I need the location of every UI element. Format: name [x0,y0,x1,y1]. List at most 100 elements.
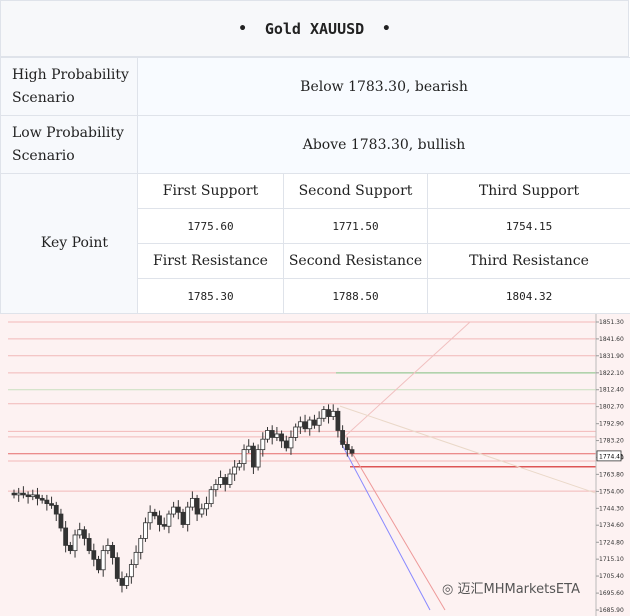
candle-body [241,449,247,464]
candle-body [67,545,73,552]
candle-body [236,463,242,468]
scenario-label: Low Probability Scenario [0,115,138,174]
candle-body [199,508,205,515]
candle-body [208,489,214,505]
candle-body [255,449,261,468]
y-tick-label: 1763.80 [599,471,624,478]
candle-body [114,557,120,579]
analysis-table: High Probability Scenario Below 1783.30,… [0,57,630,314]
candle-body [72,534,78,552]
support-header: Third Support [426,173,630,209]
y-tick-label: 1851.30 [599,319,624,326]
candle-body [251,445,256,468]
candle-body [180,511,186,525]
candle-body [16,492,22,496]
candle-body [288,437,294,449]
candle-body [194,497,200,515]
y-tick-label: 1841.60 [599,336,624,343]
candle-body [25,494,31,498]
candle-body [189,497,195,508]
candle-body [293,426,299,438]
candle-body [260,438,266,451]
candle-body [340,430,346,445]
resistance-header: Second Resistance [283,243,428,279]
candle-body [269,430,275,438]
price-chart: 1851.30 1841.60 1831.90 1822.10 1812.40 1802.… [0,314,630,616]
current-price-label: 1774.41 [599,453,624,460]
candle-body [53,504,59,515]
trend-line [339,405,597,494]
y-tick-label: 1831.90 [599,353,624,360]
candle-body [110,545,115,558]
page-title: • Gold XAUUSD • [0,0,629,57]
candle-body [335,410,341,431]
watermark: ◎ 迈汇MHMarketsETA [442,578,580,597]
watermark-text: 迈汇MHMarketsETA [457,582,580,597]
candle-body [147,511,153,524]
trend-line [339,321,471,442]
candle-body [283,440,289,449]
candle-body [77,529,83,536]
candle-body [218,477,223,485]
y-tick-label: 1754.00 [599,488,624,495]
candle-body [175,506,181,513]
candle-body [316,417,322,426]
support-header: First Support [137,173,284,209]
candle-body [344,444,350,451]
candle-body [82,529,87,539]
candle-body [96,558,101,571]
candle-body [143,522,148,539]
candle-body [138,538,144,553]
chart-svg: 1851.30 1841.60 1831.90 1822.10 1812.40 1802.… [8,314,624,616]
candle-body [20,492,26,496]
candle-body [204,503,209,510]
support-value: 1775.60 [137,208,284,244]
candle-body [246,445,252,451]
y-tick-label: 1792.90 [599,421,624,428]
table-row: Key Point First Support Second Support T… [0,173,630,314]
support-value: 1754.15 [426,208,630,244]
scenario-value: Below 1783.30, bearish [136,57,630,116]
candle-body [39,497,45,501]
candle-body [91,550,97,560]
candle-body [152,511,158,517]
candle-body [58,513,64,529]
y-tick-label: 1783.20 [599,438,624,445]
candle-body [35,494,40,499]
resistance-value: 1804.32 [426,278,630,314]
candle-body [30,494,36,498]
title-bullet-left: • [238,20,247,37]
candle-body [133,551,139,565]
candle-body [349,449,355,454]
scenario-label: High Probability Scenario [0,57,138,116]
candle-body [105,545,111,552]
title-bullet-right: • [382,20,391,37]
candle-body [227,473,233,485]
table-row: Low Probability Scenario Above 1783.30, … [0,115,630,174]
y-tick-label: 1715.10 [599,556,624,563]
support-value: 1771.50 [283,208,428,244]
candle-body [166,513,172,527]
candle-body [124,576,130,586]
resistance-header: Third Resistance [426,243,630,279]
page: • Gold XAUUSD • High Probability Scenari… [0,0,630,616]
candle-body [274,433,280,438]
candle-body [161,524,167,527]
candle-body [302,421,308,430]
resistance-value: 1788.50 [283,278,428,314]
y-tick-label: 1685.90 [599,607,624,614]
candle-body [222,477,228,485]
candle-body [326,409,331,417]
y-tick-label: 1802.70 [599,404,624,411]
candle-body [307,419,313,430]
candle-body [119,578,125,586]
candle-body [312,419,317,426]
candle-body [213,484,219,491]
candle-body [232,466,238,475]
chat-icon: ◎ [442,582,454,597]
candle-body [297,421,303,428]
y-tick-label: 1695.60 [599,590,624,597]
candle-body [265,430,270,440]
y-tick-label: 1822.10 [599,370,624,377]
candle-body [330,410,336,417]
